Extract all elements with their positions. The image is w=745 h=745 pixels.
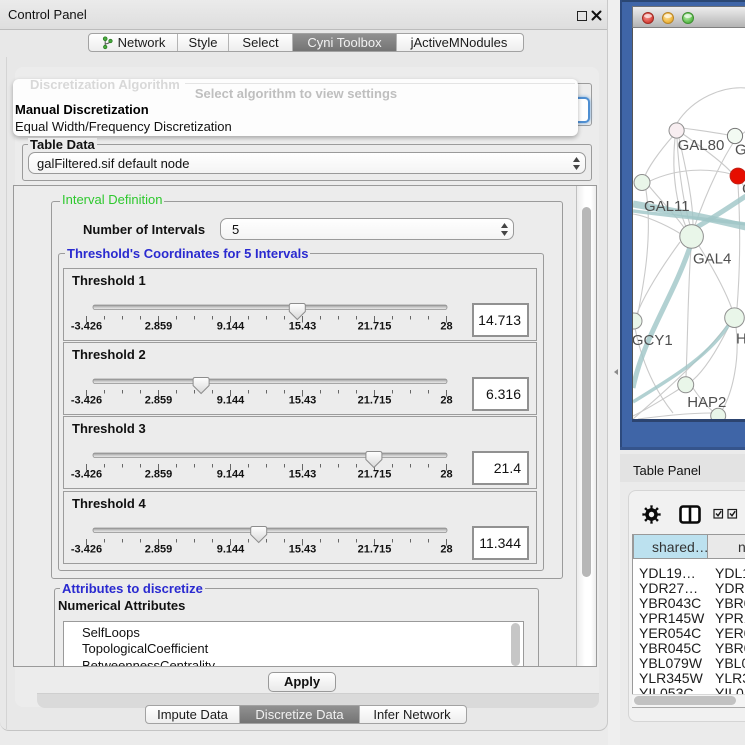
svg-text:15.43: 15.43 (289, 469, 317, 481)
svg-text:H: H (736, 330, 745, 347)
svg-text:28: 28 (440, 543, 452, 555)
svg-text:15.43: 15.43 (289, 543, 317, 555)
svg-text:-3.426: -3.426 (71, 320, 102, 332)
svg-text:28: 28 (440, 394, 452, 406)
svg-text:GAL80: GAL80 (678, 137, 725, 154)
svg-text:HAP2: HAP2 (687, 394, 726, 411)
svg-text:21.715: 21.715 (358, 543, 392, 555)
svg-text:15.43: 15.43 (289, 394, 317, 406)
svg-text:9.144: 9.144 (217, 320, 245, 332)
svg-text:GAL4: GAL4 (693, 251, 731, 268)
svg-text:9.144: 9.144 (217, 543, 245, 555)
svg-text:GAL11: GAL11 (644, 198, 690, 215)
svg-text:9.144: 9.144 (217, 469, 245, 481)
svg-text:-3.426: -3.426 (71, 543, 102, 555)
svg-text:9.144: 9.144 (217, 394, 245, 406)
svg-text:GCY1: GCY1 (633, 332, 673, 349)
svg-text:28: 28 (440, 320, 452, 332)
svg-text:2.859: 2.859 (145, 320, 173, 332)
svg-text:2.859: 2.859 (145, 469, 173, 481)
svg-text:2.859: 2.859 (145, 394, 173, 406)
svg-text:28: 28 (440, 469, 452, 481)
svg-text:21.715: 21.715 (358, 394, 392, 406)
svg-text:21.715: 21.715 (358, 469, 392, 481)
svg-text:15.43: 15.43 (289, 320, 317, 332)
svg-text:21.715: 21.715 (358, 320, 392, 332)
svg-text:-3.426: -3.426 (71, 469, 102, 481)
svg-text:-3.426: -3.426 (71, 394, 102, 406)
svg-text:GA: GA (735, 142, 745, 159)
svg-text:2.859: 2.859 (145, 543, 173, 555)
